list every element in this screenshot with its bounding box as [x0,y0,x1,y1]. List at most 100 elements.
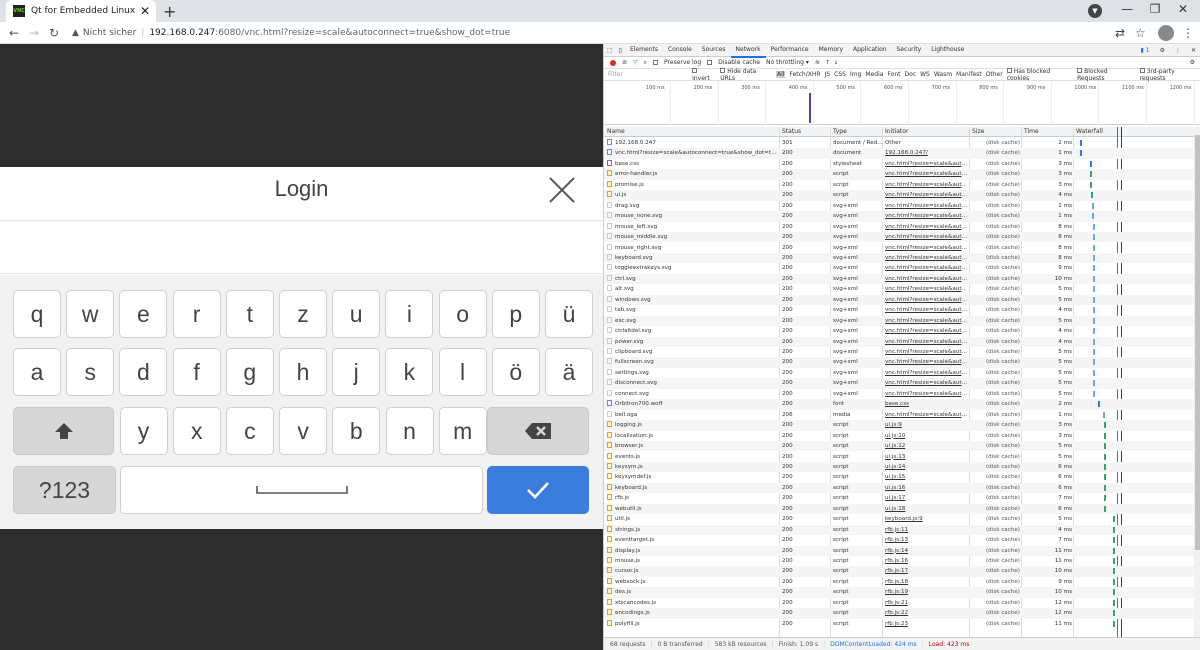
new-tab-button[interactable]: + [163,2,176,21]
cell-initiator[interactable]: ui.js:14 [885,462,969,472]
table-row[interactable]: cursor.js 200 script rfb.js:17 (disk cache) 1… [604,566,1194,577]
cell-initiator[interactable]: ui.js:18 [885,504,969,514]
key-p[interactable]: p [491,290,540,338]
warning-icon[interactable]: ▲ [72,28,79,38]
table-row[interactable]: xtscancodes.js 200 script rfb.js:21 (disk ca… [604,598,1194,608]
download-icon[interactable]: ⭣ [835,59,838,67]
column-status[interactable]: Status [782,128,801,135]
table-row[interactable]: websock.js 200 script rfb.js:18 (disk cache)… [604,577,1194,587]
table-row[interactable]: mouse.js 200 script rfb.js:16 (disk cache) 11… [604,556,1194,566]
cell-initiator[interactable]: rfb.js:17 [885,566,969,576]
filter-input[interactable]: Filter [604,71,688,78]
browser-tab[interactable]: VNC Qt for Embedded Linux VNC Ser ✕ [6,0,156,22]
cell-initiator[interactable]: rfb.js:11 [885,525,969,535]
key-r[interactable]: r [172,290,221,338]
cell-initiator[interactable]: vnc.html?resize=scale&autoc... [885,201,969,211]
table-row[interactable]: settings.svg 200 svg+xml vnc.html?resize=sc… [604,368,1194,378]
address-bar[interactable]: ▲ Nicht sicher | 192.168.0.247:6080/vnc.… [72,28,510,38]
cell-initiator[interactable]: ui.js:12 [885,441,969,451]
shift-key[interactable] [13,407,114,455]
key-g[interactable]: g [225,348,274,396]
preserve-log-checkbox[interactable] [653,60,659,65]
scrollbar-thumb[interactable] [1195,135,1200,550]
cell-initiator[interactable]: vnc.html?resize=scale&autoc... [885,222,969,232]
close-tab-icon[interactable]: ✕ [138,4,152,18]
cell-initiator[interactable]: vnc.html?resize=scale&autoc... [885,232,969,242]
key-t[interactable]: t [225,290,274,338]
table-row[interactable]: tab.svg 200 svg+xml vnc.html?resize=scale&a… [604,305,1194,315]
record-icon[interactable] [610,59,616,66]
key-x[interactable]: x [172,407,221,455]
key-w[interactable]: w [66,290,115,338]
table-row[interactable]: ctrlaltdel.svg 200 svg+xml vnc.html?resize=… [604,326,1194,336]
tab-network[interactable]: Network [730,43,766,58]
more-options-icon[interactable]: ⋮ [1170,44,1186,57]
cell-initiator[interactable]: vnc.html?resize=scale&autoc... [885,253,969,263]
cell-initiator[interactable]: vnc.html?resize=scale&autoc... [885,368,969,378]
cell-initiator[interactable]: keyboard.js:9 [885,514,969,524]
cell-initiator[interactable]: rfb.js:18 [885,577,969,587]
table-row[interactable]: clipboard.svg 200 svg+xml vnc.html?resize=s… [604,347,1194,357]
filter-type-font[interactable]: Font [887,71,900,78]
key-k[interactable]: k [385,348,434,396]
table-row[interactable]: windows.svg 200 svg+xml vnc.html?resize=sca… [604,294,1194,306]
inspect-icon[interactable]: ⬚ [604,44,616,57]
key-m[interactable]: m [438,407,487,455]
key-s[interactable]: s [66,348,115,396]
cell-initiator[interactable]: vnc.html?resize=scale&autoc... [885,169,969,179]
throttling-select[interactable]: No throttling ▾ [766,59,809,66]
tab-lighthouse[interactable]: Lighthouse [926,43,969,58]
close-window-icon[interactable]: ✕ [1170,2,1196,16]
filter-type-media[interactable]: Media [865,71,883,78]
table-row[interactable]: drag.svg 200 svg+xml vnc.html?resize=scale&… [604,201,1194,211]
table-row[interactable]: base.css 200 stylesheet vnc.html?resize=sca… [604,159,1194,169]
table-row[interactable]: 192.168.0.247 301 document / Red... Other (d… [604,138,1194,148]
tab-application[interactable]: Application [848,43,892,58]
key-i[interactable]: i [385,290,434,338]
table-row[interactable]: display.js 200 script rfb.js:14 (disk cache)… [604,545,1194,556]
table-row[interactable]: mouse_left.svg 200 svg+xml vnc.html?resize=… [604,222,1194,232]
filter-type-js[interactable]: JS [825,71,831,78]
cell-initiator[interactable]: rfb.js:14 [885,546,969,556]
key-l[interactable]: l [438,348,487,396]
cell-initiator[interactable]: rfb.js:22 [885,608,969,618]
tab-elements[interactable]: Elements [625,43,663,58]
table-row[interactable]: encodings.js 200 script rfb.js:22 (disk cach… [604,608,1194,619]
filter-type-fetchxhr[interactable]: Fetch/XHR [789,71,820,78]
settings-gear-icon[interactable]: ⚙ [1155,44,1170,57]
cell-initiator[interactable]: vnc.html?resize=scale&autoc... [885,274,969,284]
column-name[interactable]: Name [607,128,625,135]
key-a[interactable]: a [13,348,61,396]
filter-type-manifest[interactable]: Manifest [956,71,982,78]
cell-initiator[interactable]: 192.168.0.247/ [885,148,969,158]
cell-initiator[interactable]: vnc.html?resize=scale&autoc... [885,337,969,347]
tab-security[interactable]: Security [892,43,927,58]
cell-initiator[interactable]: vnc.html?resize=scale&autoc... [885,305,969,315]
close-devtools-icon[interactable]: ✕ [1186,44,1200,57]
table-row[interactable]: toggleextrakeys.svg 200 svg+xml vnc.html?re… [604,263,1194,273]
cell-initiator[interactable]: ui.js:9 [885,420,969,430]
key-ü[interactable]: ü [545,290,593,338]
scrollbar[interactable] [1194,127,1200,637]
blocked-cookies-checkbox[interactable]: Has blocked cookies [1006,67,1073,82]
third-party-checkbox[interactable]: 3rd-party requests [1139,67,1200,82]
cell-initiator[interactable]: vnc.html?resize=scale&autoc... [885,190,969,200]
key-ö[interactable]: ö [491,348,540,396]
cell-initiator[interactable]: vnc.html?resize=scale&autoc... [885,211,969,221]
back-icon[interactable]: ← [4,26,24,40]
key-u[interactable]: u [332,290,381,338]
search-icon[interactable]: ⌕ [644,59,647,67]
cell-initiator[interactable]: rfb.js:23 [885,619,969,629]
table-row[interactable]: des.js 200 script rfb.js:19 (disk cache) 10 m… [604,587,1194,598]
column-waterfall[interactable]: Waterfall [1076,128,1103,135]
key-n[interactable]: n [385,407,434,455]
wifi-icon[interactable]: ≋ [815,59,820,66]
filter-type-other[interactable]: Other [986,71,1003,78]
column-time[interactable]: Time [1024,128,1039,135]
close-icon[interactable] [548,176,576,204]
key-q[interactable]: q [13,290,61,338]
hide-data-urls-checkbox[interactable]: Hide data URLs [720,67,772,82]
space-key[interactable] [120,466,483,514]
translate-icon[interactable]: ⇄ [1115,26,1125,40]
table-row[interactable]: power.svg 200 svg+xml vnc.html?resize=scale… [604,336,1194,347]
